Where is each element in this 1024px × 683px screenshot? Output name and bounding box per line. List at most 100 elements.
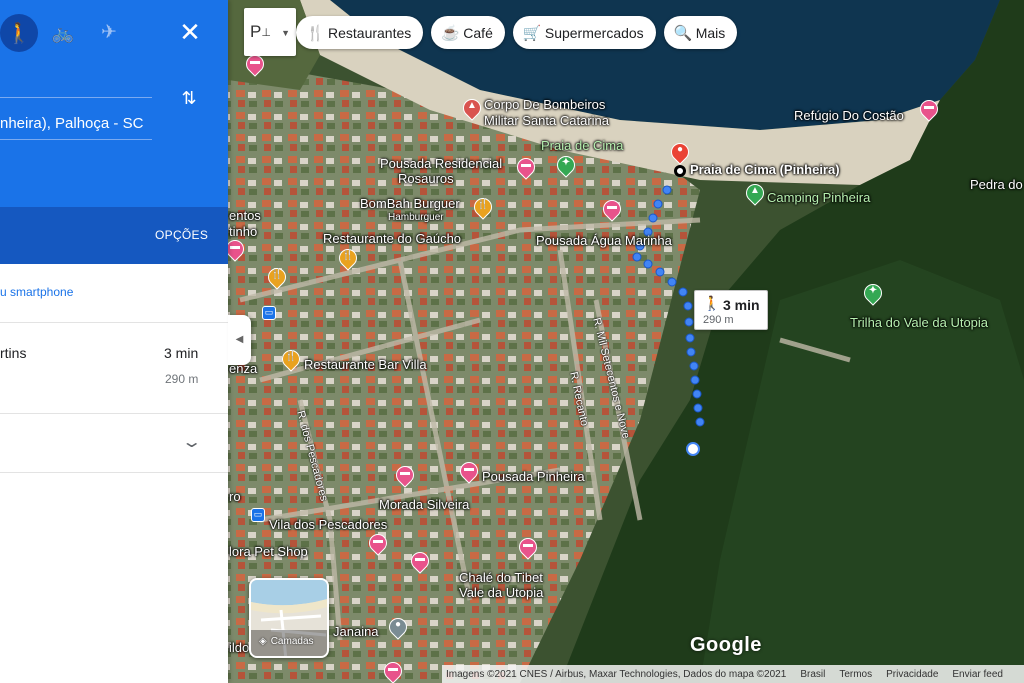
restaurant-pin[interactable]: 🍴: [335, 245, 361, 275]
swap-directions-button[interactable]: ⇅: [176, 88, 202, 114]
imagery-credit: Imagens ©2021 CNES / Airbus, Maxar Techn…: [446, 668, 787, 680]
coffee-icon: ☕: [441, 24, 460, 42]
flight-mode-button[interactable]: ✈: [94, 18, 124, 48]
place-label-ildo: ildo: [229, 640, 250, 655]
chip-mais[interactable]: 🔍 Mais: [663, 16, 738, 49]
send-to-phone-link[interactable]: u smartphone: [0, 285, 73, 299]
hotel-pin[interactable]: ▬: [515, 534, 541, 564]
directions-header: 🚶 🚲 ✈ ✕ nheira), Palhoça - SC ⇅: [0, 0, 228, 207]
fire-station-pin[interactable]: ▲: [459, 95, 485, 125]
chip-supermercados[interactable]: 🛒 Supermercados: [512, 16, 656, 49]
chip-restaurantes[interactable]: 🍴 Restaurantes: [296, 16, 424, 49]
country-link[interactable]: Brasil: [800, 669, 825, 680]
place-label-trilha[interactable]: Trilha do Vale da Utopia: [850, 315, 988, 330]
bike-mode-button[interactable]: 🚲: [48, 18, 78, 48]
chip-label: Restaurantes: [328, 24, 412, 41]
callout-distance: 290 m: [703, 314, 734, 326]
layers-icon: ◈: [259, 636, 267, 647]
walk-icon: 🚶: [703, 295, 721, 311]
hotel-pin[interactable]: ▬: [392, 462, 418, 492]
options-button[interactable]: OPÇÕES: [155, 228, 208, 242]
divider: [0, 472, 228, 473]
trail-pin[interactable]: ✦: [860, 280, 886, 310]
place-label-pousada-pinheira[interactable]: Pousada Pinheira: [482, 469, 585, 484]
hotel-pin[interactable]: ▬: [407, 548, 433, 578]
route-distance: 290 m: [165, 372, 199, 386]
place-label-bombah[interactable]: BomBah Burguer: [360, 196, 460, 211]
restaurant-pin[interactable]: 🍴: [278, 346, 304, 376]
map-footer: Imagens ©2021 CNES / Airbus, Maxar Techn…: [442, 665, 1024, 683]
divider: [0, 322, 228, 323]
place-label-bombeiros[interactable]: Corpo De Bombeiros: [484, 97, 605, 112]
hotel-pin[interactable]: ▬: [513, 154, 539, 184]
chip-label: Café: [463, 24, 493, 41]
hotel-pin[interactable]: ▬: [242, 51, 268, 81]
bike-icon: 🚲: [51, 23, 75, 43]
destination-input[interactable]: nheira), Palhoça - SC: [0, 115, 143, 132]
category-partial-button[interactable]: P ⊥ ▼: [244, 8, 296, 56]
place-label-vila-pescadores[interactable]: Vila dos Pescadores: [269, 517, 387, 532]
place-label-tinho: tinho: [229, 224, 258, 239]
place-label-bar-villa[interactable]: Restaurante Bar Villa: [304, 357, 427, 372]
place-label-pedra[interactable]: Pedra do: [970, 177, 1023, 192]
bus-stop-icon[interactable]: ▭: [262, 306, 276, 320]
place-label-morada-silveira[interactable]: Morada Silveira: [379, 497, 469, 512]
divider: [0, 413, 228, 414]
place-pin[interactable]: ●: [385, 614, 411, 644]
hotel-pin[interactable]: ▬: [916, 96, 942, 126]
place-label-destination[interactable]: Praia de Cima (Pinheira): [690, 162, 840, 177]
place-label-refugio[interactable]: Refúgio Do Costão: [794, 108, 904, 123]
walk-mode-button[interactable]: 🚶: [0, 14, 38, 52]
restaurant-pin[interactable]: 🍴: [264, 264, 290, 294]
privacy-link[interactable]: Privacidade: [886, 669, 938, 680]
hotel-pin[interactable]: ▬: [365, 530, 391, 560]
callout-time: 3 min: [723, 297, 760, 313]
route-duration-callout[interactable]: 🚶 3 min 290 m: [694, 290, 768, 330]
destination-marker: [674, 165, 686, 177]
chip-label: Mais: [695, 24, 726, 41]
swap-icon: ⇅: [181, 88, 197, 108]
place-label-janaina[interactable]: Janaina: [333, 624, 379, 639]
options-bar: OPÇÕES: [0, 207, 228, 264]
cart-icon: 🛒: [522, 24, 542, 42]
place-label-chale[interactable]: Chalé do Tibet: [459, 570, 543, 585]
place-label-hamburguer: Hamburguer: [388, 212, 444, 223]
plane-icon: ✈: [101, 22, 117, 43]
place-label-rosauros: Rosauros: [398, 171, 454, 186]
place-label-gaucho[interactable]: Restaurante do Gaúcho: [323, 231, 461, 246]
terms-link[interactable]: Termos: [839, 669, 872, 680]
close-directions-button[interactable]: ✕: [175, 18, 205, 48]
place-label-pousada-residencial[interactable]: Pousada Residencial: [380, 156, 502, 171]
walk-icon: 🚶: [6, 22, 32, 45]
dropdown-caret-icon: ▼: [281, 28, 290, 38]
fork-knife-icon: 🍴: [306, 24, 325, 42]
chip-label: Supermercados: [544, 24, 644, 41]
bus-stop-icon[interactable]: ▭: [251, 508, 265, 522]
category-chips: 🍴 Restaurantes ☕ Café 🛒 Supermercados 🔍 …: [296, 16, 738, 49]
route-time: 3 min: [164, 345, 199, 361]
camping-pin[interactable]: ▲: [742, 180, 768, 210]
place-label-praia-cima[interactable]: Praia de Cima: [541, 138, 623, 153]
origin-input[interactable]: [0, 97, 152, 98]
collapse-panel-button[interactable]: ◀: [228, 315, 251, 365]
search-icon: 🔍: [673, 24, 693, 42]
place-label-ro: ro: [229, 489, 241, 504]
place-label-vale-utopia: Vale da Utopia: [459, 585, 544, 600]
park-pin[interactable]: ✦: [553, 152, 579, 182]
place-label-camping[interactable]: Camping Pinheira: [767, 190, 870, 205]
route-name: rtins: [0, 345, 27, 361]
feedback-link[interactable]: Enviar feed: [952, 669, 1003, 680]
restaurant-pin[interactable]: 🍴: [470, 194, 496, 224]
hotel-pin[interactable]: ▬: [456, 458, 482, 488]
chevron-down-icon[interactable]: ⌄: [181, 432, 202, 452]
destination-underline: [0, 139, 152, 140]
place-label-entos: entos: [229, 208, 261, 223]
place-label-bombeiros-2: Militar Santa Catarina: [484, 113, 609, 128]
hotel-pin[interactable]: ▬: [599, 196, 625, 226]
layers-label: Camadas: [270, 636, 314, 647]
chip-cafe[interactable]: ☕ Café: [431, 16, 505, 49]
layers-button[interactable]: ◈ Camadas: [249, 578, 329, 658]
hotel-pin[interactable]: ▬: [380, 658, 406, 683]
place-label-pet-shop[interactable]: lora Pet Shop: [229, 544, 308, 559]
place-label-agua-marinha[interactable]: Pousada Água Marinha: [536, 233, 672, 248]
